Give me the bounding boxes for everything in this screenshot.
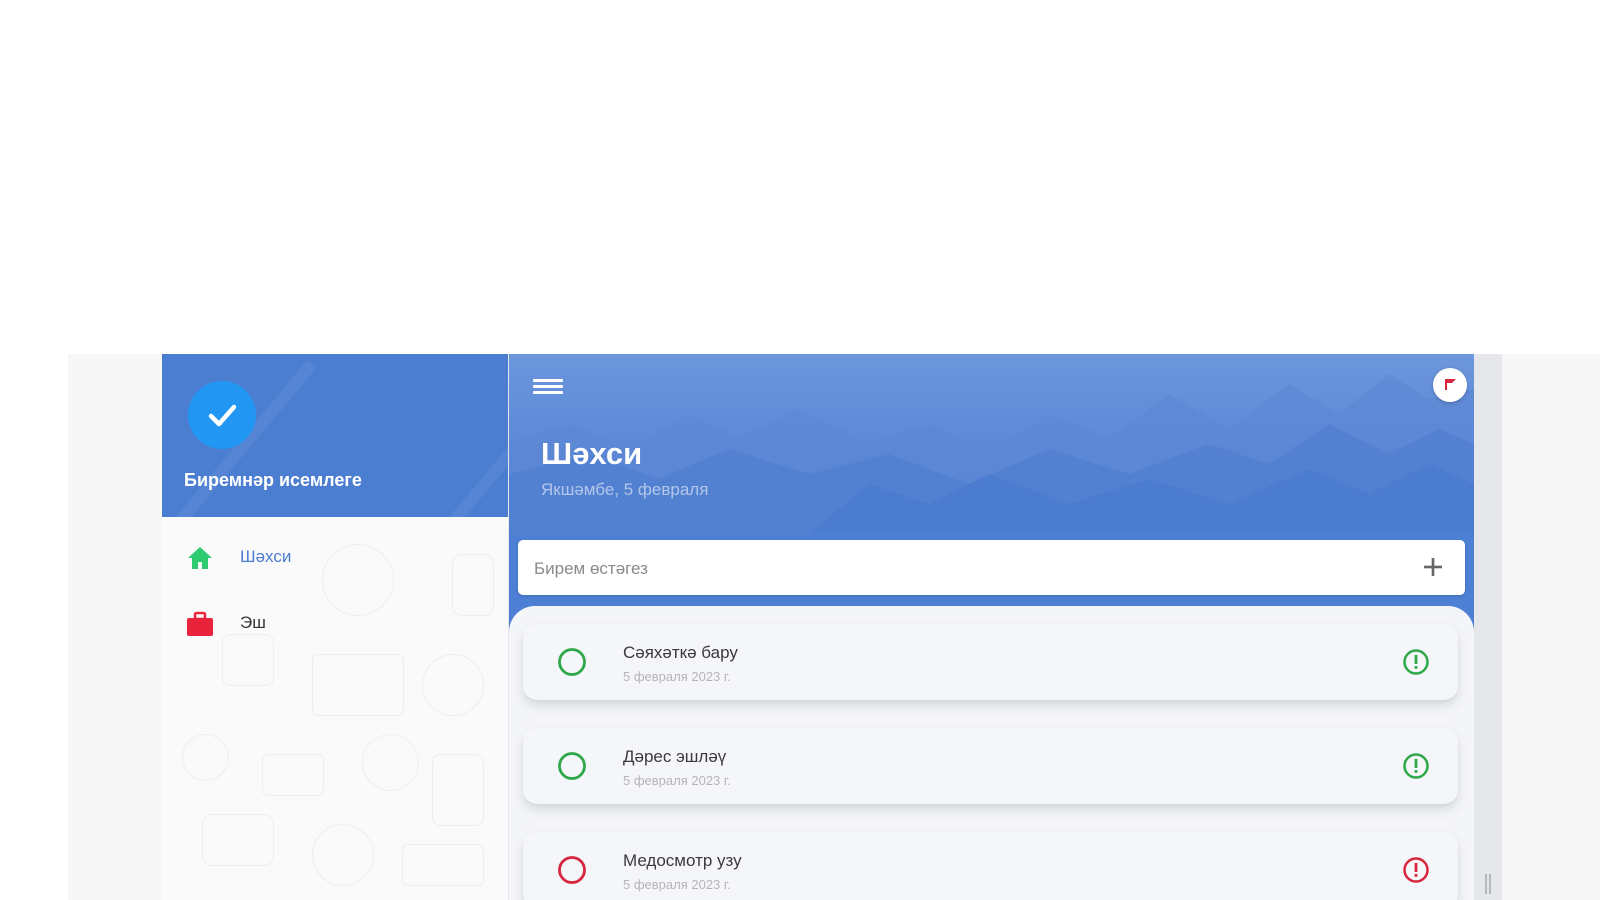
- task-date: 5 февраля 2023 г.: [623, 877, 731, 892]
- priority-icon[interactable]: [1402, 752, 1430, 780]
- main-content: Шәхси Якшәмбе, 5 февраля Сәяхәткә бару 5…: [509, 354, 1474, 900]
- sidebar-item-label: Эш: [240, 613, 266, 632]
- doodle-decoration: [182, 734, 229, 781]
- task-item[interactable]: Медосмотр узу 5 февраля 2023 г.: [523, 832, 1458, 900]
- task-item[interactable]: Сәяхәткә бару 5 февраля 2023 г.: [523, 624, 1458, 700]
- header-decoration: [379, 400, 508, 517]
- briefcase-icon: [187, 611, 213, 636]
- home-icon: [188, 547, 212, 569]
- doodle-decoration: [402, 844, 484, 886]
- task-item[interactable]: Дәрес эшләү 5 февраля 2023 г.: [523, 728, 1458, 804]
- doodle-decoration: [202, 814, 274, 866]
- task-title: Дәрес эшләү: [623, 747, 727, 766]
- doodle-decoration: [312, 654, 404, 716]
- task-checkbox[interactable]: [557, 647, 587, 677]
- doodle-decoration: [262, 754, 324, 796]
- flag-icon: [1445, 379, 1456, 390]
- add-task-bar: [518, 540, 1465, 597]
- sidebar-header: Биремнәр исемлеге: [162, 354, 508, 517]
- doodle-decoration: [312, 824, 374, 886]
- task-checkbox[interactable]: [557, 751, 587, 781]
- doodle-decoration: [432, 754, 484, 826]
- scrollbar-thumb[interactable]: [1485, 874, 1491, 894]
- sidebar-item-work[interactable]: Эш: [162, 599, 508, 647]
- doodle-decoration: [422, 654, 484, 716]
- mountains-illustration: [509, 374, 1474, 534]
- task-checkbox[interactable]: [557, 855, 587, 885]
- priority-icon[interactable]: [1402, 648, 1430, 676]
- task-list: Сәяхәткә бару 5 февраля 2023 г. Дәрес эш…: [509, 606, 1474, 900]
- plus-icon[interactable]: [1419, 553, 1447, 581]
- doodle-decoration: [362, 734, 419, 791]
- priority-icon[interactable]: [1402, 856, 1430, 884]
- sidebar-item-personal[interactable]: Шәхси: [162, 533, 508, 581]
- menu-button[interactable]: [533, 376, 563, 400]
- app-logo: [188, 381, 256, 449]
- task-title: Сәяхәткә бару: [623, 643, 738, 662]
- task-date: 5 февраля 2023 г.: [623, 669, 731, 684]
- app-window: Биремнәр исемлеге Шәхси Эш Шәхси Якшәмбе…: [162, 354, 1502, 900]
- app-name: Биремнәр исемлеге: [184, 470, 362, 490]
- scrollbar[interactable]: [1474, 354, 1502, 900]
- task-date: 5 февраля 2023 г.: [623, 773, 731, 788]
- flag-button[interactable]: [1433, 368, 1467, 402]
- sidebar: Биремнәр исемлеге Шәхси Эш: [162, 354, 509, 900]
- checkmark-icon: [208, 404, 237, 427]
- add-task-input[interactable]: [532, 540, 1396, 597]
- page-date: Якшәмбе, 5 февраля: [541, 480, 709, 499]
- task-title: Медосмотр узу: [623, 851, 742, 870]
- sidebar-item-label: Шәхси: [240, 547, 292, 566]
- header-banner: Шәхси Якшәмбе, 5 февраля: [509, 354, 1474, 534]
- page-title: Шәхси: [541, 436, 643, 471]
